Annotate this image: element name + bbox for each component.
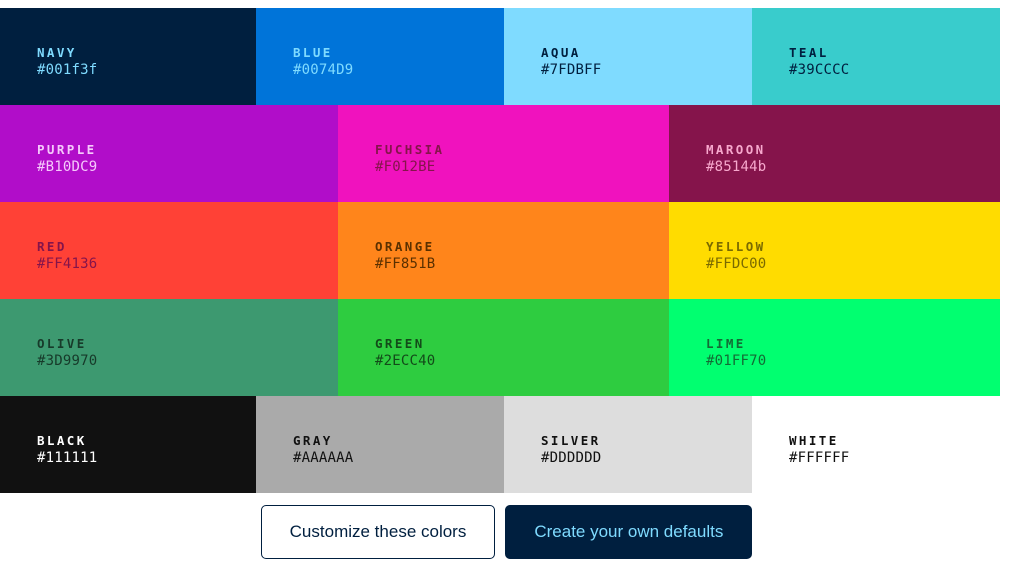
color-swatch-lime[interactable]: LIME #01FF70 [669, 299, 1000, 396]
color-swatch-name: MAROON [706, 142, 766, 157]
color-swatch-hex: #DDDDDD [541, 450, 602, 466]
customize-these-colors-button[interactable]: Customize these colors [260, 505, 496, 559]
color-swatch-blue[interactable]: BLUE #0074D9 [256, 8, 504, 105]
color-swatch-row: BLACK #111111 GRAY #AAAAAA SILVER #DDDDDD WHIT… [0, 396, 1000, 493]
color-swatch-name: OLIVE [37, 336, 87, 351]
color-palette-page: NAVY #001f3f BLUE #0074D9 AQUA #7FDBFF TEAL #39… [0, 0, 1013, 570]
color-swatch-name: GREEN [375, 336, 425, 351]
color-swatch-hex: #FF851B [375, 256, 436, 272]
color-swatch-name: LIME [706, 336, 746, 351]
color-swatch-name: PURPLE [37, 142, 97, 157]
color-swatch-hex: #001f3f [37, 62, 98, 78]
color-swatch-fuchsia[interactable]: FUCHSIA #F012BE [338, 105, 669, 202]
color-swatch-name: BLACK [37, 433, 87, 448]
color-swatch-hex: #0074D9 [293, 62, 354, 78]
color-swatch-navy[interactable]: NAVY #001f3f [0, 8, 256, 105]
color-swatch-name: YELLOW [706, 239, 766, 254]
color-swatch-hex: #2ECC40 [375, 353, 436, 369]
color-swatch-orange[interactable]: ORANGE #FF851B [338, 202, 669, 299]
color-swatch-teal[interactable]: TEAL #39CCCC [752, 8, 1000, 105]
color-swatch-purple[interactable]: PURPLE #B10DC9 [0, 105, 338, 202]
color-swatch-hex: #3D9970 [37, 353, 98, 369]
color-swatch-olive[interactable]: OLIVE #3D9970 [0, 299, 338, 396]
color-swatch-hex: #01FF70 [706, 353, 767, 369]
color-swatch-name: TEAL [789, 45, 829, 60]
color-swatch-black[interactable]: BLACK #111111 [0, 396, 256, 493]
color-swatch-row: RED #FF4136 ORANGE #FF851B YELLOW #FFDC00 [0, 202, 1000, 299]
color-swatch-hex: #FFFFFF [789, 450, 850, 466]
action-button-row: Customize these colors Create your own d… [0, 505, 1013, 559]
color-swatch-hex: #111111 [37, 450, 98, 466]
color-swatch-name: NAVY [37, 45, 77, 60]
color-swatch-name: AQUA [541, 45, 581, 60]
color-swatch-name: WHITE [789, 433, 839, 448]
color-swatch-aqua[interactable]: AQUA #7FDBFF [504, 8, 752, 105]
color-swatch-row: NAVY #001f3f BLUE #0074D9 AQUA #7FDBFF TEAL #39… [0, 8, 1000, 105]
color-swatch-red[interactable]: RED #FF4136 [0, 202, 338, 299]
color-swatch-name: SILVER [541, 433, 601, 448]
color-swatch-maroon[interactable]: MAROON #85144b [669, 105, 1000, 202]
color-swatch-yellow[interactable]: YELLOW #FFDC00 [669, 202, 1000, 299]
color-swatch-name: GRAY [293, 433, 333, 448]
color-swatch-row: PURPLE #B10DC9 FUCHSIA #F012BE MAROON #85144b [0, 105, 1000, 202]
color-swatch-name: FUCHSIA [375, 142, 445, 157]
color-palette-grid: NAVY #001f3f BLUE #0074D9 AQUA #7FDBFF TEAL #39… [0, 8, 1000, 493]
color-swatch-hex: #39CCCC [789, 62, 850, 78]
color-swatch-name: BLUE [293, 45, 333, 60]
color-swatch-white[interactable]: WHITE #FFFFFF [752, 396, 1000, 493]
color-swatch-green[interactable]: GREEN #2ECC40 [338, 299, 669, 396]
color-swatch-hex: #FF4136 [37, 256, 98, 272]
color-swatch-hex: #B10DC9 [37, 159, 98, 175]
create-your-own-defaults-button[interactable]: Create your own defaults [505, 505, 753, 559]
color-swatch-gray[interactable]: GRAY #AAAAAA [256, 396, 504, 493]
color-swatch-row: OLIVE #3D9970 GREEN #2ECC40 LIME #01FF70 [0, 299, 1000, 396]
color-swatch-hex: #85144b [706, 159, 767, 175]
color-swatch-hex: #7FDBFF [541, 62, 602, 78]
color-swatch-hex: #AAAAAA [293, 450, 354, 466]
color-swatch-hex: #F012BE [375, 159, 436, 175]
color-swatch-hex: #FFDC00 [706, 256, 767, 272]
color-swatch-name: RED [37, 239, 67, 254]
color-swatch-silver[interactable]: SILVER #DDDDDD [504, 396, 752, 493]
color-swatch-name: ORANGE [375, 239, 435, 254]
